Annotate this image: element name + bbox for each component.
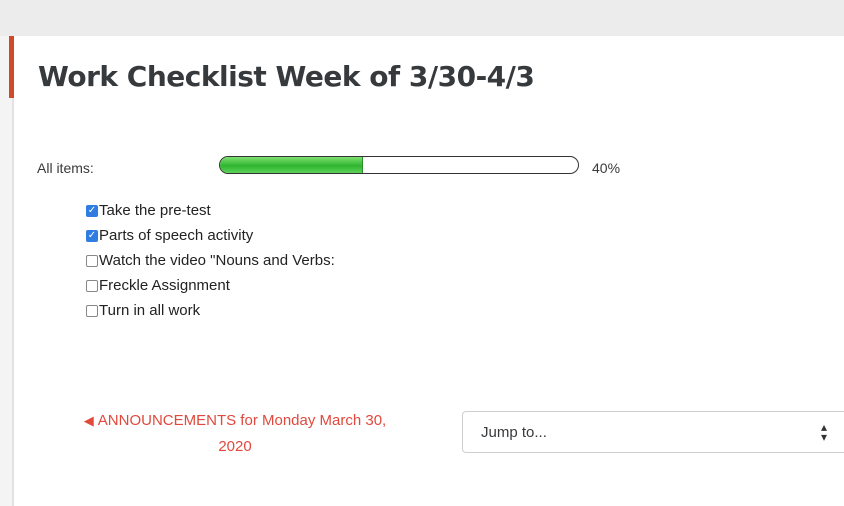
up-down-caret-icon: ▴ ▾ xyxy=(821,420,828,444)
top-bar xyxy=(0,0,844,36)
checklist-item-label: Parts of speech activity xyxy=(99,227,254,244)
checklist-item[interactable]: Watch the video "Nouns and Verbs: xyxy=(86,248,335,273)
checklist: ✓ Take the pre-test ✓ Parts of speech activ… xyxy=(86,198,335,323)
progress-bar-fill xyxy=(220,157,364,173)
left-divider xyxy=(12,98,14,506)
checkbox-checked[interactable]: ✓ xyxy=(86,204,98,217)
checkbox-unchecked[interactable] xyxy=(86,254,98,267)
jump-to-select[interactable]: Jump to... ▴ ▾ xyxy=(462,411,844,453)
progress-label: All items: xyxy=(37,160,94,176)
previous-link-text: ANNOUNCEMENTS for Monday March 30, xyxy=(97,412,387,429)
checklist-item-label: Turn in all work xyxy=(99,302,201,319)
checkbox-unchecked[interactable] xyxy=(86,304,98,317)
left-triangle-icon: ◀ xyxy=(83,413,94,428)
checkbox-checked[interactable]: ✓ xyxy=(86,229,98,242)
progress-bar xyxy=(219,156,579,174)
previous-activity-link[interactable]: ◀ ANNOUNCEMENTS for Monday March 30, 2020 xyxy=(50,408,420,460)
progress-percent: 40% xyxy=(592,160,621,176)
section-accent xyxy=(9,36,14,98)
page-title: Work Checklist Week of 3/30-4/3 xyxy=(38,60,535,93)
checkbox-unchecked[interactable] xyxy=(86,279,98,292)
jump-to-label: Jump to... xyxy=(481,423,547,441)
checklist-item-label: Take the pre-test xyxy=(99,202,211,219)
checklist-item-label: Watch the video "Nouns and Verbs: xyxy=(99,252,335,269)
checklist-item[interactable]: Turn in all work xyxy=(86,298,335,323)
checklist-item[interactable]: ✓ Take the pre-test xyxy=(86,198,335,223)
previous-link-year: 2020 xyxy=(218,438,252,455)
checklist-item[interactable]: Freckle Assignment xyxy=(86,273,335,298)
checklist-item[interactable]: ✓ Parts of speech activity xyxy=(86,223,335,248)
checklist-item-label: Freckle Assignment xyxy=(99,277,230,294)
